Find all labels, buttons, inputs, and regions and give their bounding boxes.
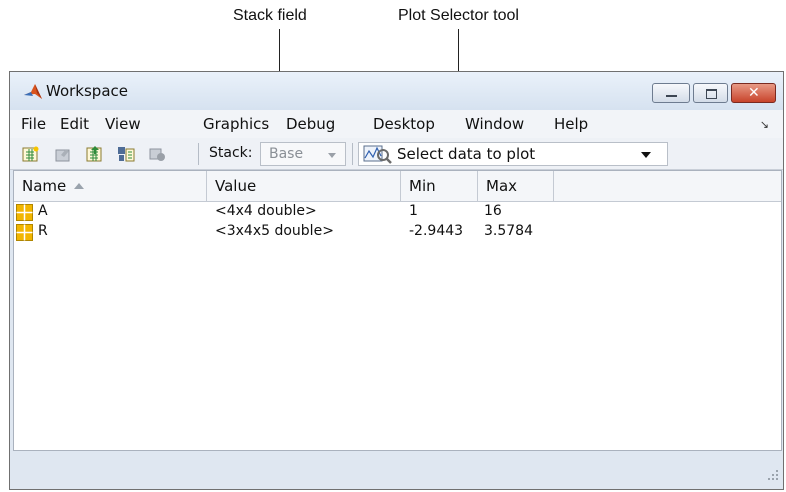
cell-value: <4x4 double> xyxy=(215,203,317,219)
plot-selector[interactable]: Select data to plot xyxy=(358,142,668,166)
cell-min: 1 xyxy=(409,203,418,219)
column-label: Value xyxy=(215,177,257,195)
toolbar: Stack: Base Select data to plot xyxy=(10,138,783,170)
table-header: Name Value Min Max xyxy=(14,171,781,202)
column-header-value[interactable]: Value xyxy=(207,171,401,201)
stack-field-callout: Stack field xyxy=(233,7,307,24)
menu-bar: File Edit View Graphics Debug Desktop Wi… xyxy=(10,110,783,138)
column-header-min[interactable]: Min xyxy=(401,171,478,201)
matlab-logo-icon xyxy=(23,83,43,104)
cell-min: -2.9443 xyxy=(409,223,464,239)
cell-value: <3x4x5 double> xyxy=(215,223,334,239)
menu-overflow-icon[interactable]: ↘ xyxy=(760,118,769,131)
plot-selector-label: Select data to plot xyxy=(397,145,536,163)
minimize-icon xyxy=(666,95,677,97)
menu-help[interactable]: Help xyxy=(554,115,588,133)
menu-view[interactable]: View xyxy=(105,115,141,133)
new-variable-icon[interactable] xyxy=(22,146,39,162)
column-label: Max xyxy=(486,177,518,195)
column-header-name[interactable]: Name xyxy=(14,171,207,201)
menu-debug[interactable]: Debug xyxy=(286,115,335,133)
stack-value: Base xyxy=(269,146,304,162)
stack-field[interactable]: Base xyxy=(260,142,346,166)
title-bar[interactable]: Workspace ✕ xyxy=(10,72,783,110)
menu-window[interactable]: Window xyxy=(465,115,524,133)
sort-ascending-icon xyxy=(74,183,84,189)
cell-name: R xyxy=(38,223,48,239)
workspace-window: Workspace ✕ File Edit View Graphics Debu… xyxy=(9,71,784,490)
variable-matrix-icon xyxy=(16,224,33,245)
chevron-down-icon xyxy=(641,152,651,158)
cell-max: 3.5784 xyxy=(484,223,533,239)
stack-label: Stack: xyxy=(209,145,253,161)
menu-desktop[interactable]: Desktop xyxy=(373,115,435,133)
toolbar-separator xyxy=(352,143,353,165)
window-title: Workspace xyxy=(46,82,128,100)
maximize-button[interactable] xyxy=(693,83,728,103)
close-icon: ✕ xyxy=(748,85,760,101)
open-variable-icon[interactable] xyxy=(55,146,72,162)
table-row[interactable]: A <4x4 double> 1 16 xyxy=(14,202,781,222)
plot-selector-callout: Plot Selector tool xyxy=(398,7,519,24)
maximize-icon xyxy=(706,89,717,99)
delete-icon[interactable] xyxy=(149,146,166,162)
column-label: Min xyxy=(409,177,436,195)
column-header-max[interactable]: Max xyxy=(478,171,554,201)
workspace-table: Name Value Min Max A <4x4 double> 1 16 R… xyxy=(13,170,782,451)
table-row[interactable]: R <3x4x5 double> -2.9443 3.5784 xyxy=(14,222,781,242)
cell-max: 16 xyxy=(484,203,502,219)
plot-selector-icon xyxy=(363,145,393,169)
menu-file[interactable]: File xyxy=(21,115,46,133)
toolbar-separator xyxy=(198,143,199,165)
close-button[interactable]: ✕ xyxy=(731,83,776,103)
menu-graphics[interactable]: Graphics xyxy=(203,115,269,133)
resize-grip-icon[interactable] xyxy=(767,469,779,485)
save-workspace-icon[interactable] xyxy=(118,146,135,162)
load-data-icon[interactable] xyxy=(86,146,103,162)
status-bar xyxy=(10,452,783,489)
minimize-button[interactable] xyxy=(652,83,690,103)
menu-edit[interactable]: Edit xyxy=(60,115,89,133)
chevron-down-icon xyxy=(328,153,336,158)
cell-name: A xyxy=(38,203,48,219)
column-label: Name xyxy=(22,177,67,195)
